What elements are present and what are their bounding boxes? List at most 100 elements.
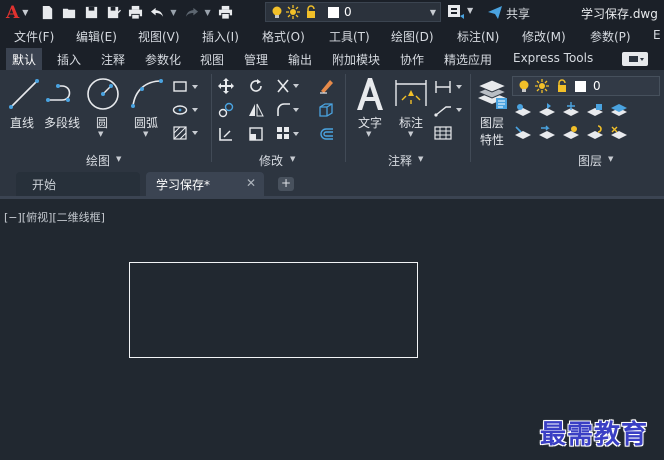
- layer-isolate-icon[interactable]: [538, 102, 556, 121]
- tab-manage[interactable]: 管理: [244, 51, 268, 68]
- trim-tool-icon[interactable]: [276, 78, 300, 97]
- print-icon[interactable]: [126, 4, 144, 22]
- layer-previous-icon[interactable]: [538, 125, 556, 144]
- text-tool-icon[interactable]: [354, 76, 386, 115]
- layer-properties-icon[interactable]: [476, 76, 508, 113]
- layer-lock-tool-icon[interactable]: [586, 102, 604, 121]
- circle-label[interactable]: 圆: [96, 114, 108, 131]
- annotation-panel-chevron-down-icon[interactable]: ▼: [418, 155, 423, 163]
- modify-panel-chevron-down-icon[interactable]: ▼: [290, 155, 295, 163]
- layers-panel-label[interactable]: 图层: [578, 152, 602, 169]
- menu-insert[interactable]: 插入(I): [202, 28, 239, 45]
- text-label[interactable]: 文字: [358, 114, 382, 131]
- fillet-tool-icon[interactable]: [276, 102, 300, 121]
- plot-icon[interactable]: [217, 4, 235, 22]
- dimension-label[interactable]: 标注: [399, 114, 423, 131]
- tab-insert[interactable]: 插入: [57, 51, 81, 68]
- close-icon[interactable]: ✕: [246, 176, 256, 190]
- layer-unlock-icon[interactable]: [610, 125, 628, 144]
- ellipse-tool-icon[interactable]: [172, 103, 200, 120]
- menu-dimension[interactable]: 标注(N): [457, 28, 499, 45]
- array-3d-icon[interactable]: [318, 102, 334, 121]
- modify-panel-label[interactable]: 修改: [259, 152, 283, 169]
- layers-panel-chevron-down-icon[interactable]: ▼: [608, 155, 613, 163]
- menu-view[interactable]: 视图(V): [138, 28, 180, 45]
- draw-panel-label[interactable]: 绘图: [86, 152, 110, 169]
- workspace-chevron-down-icon[interactable]: ▼: [467, 6, 473, 15]
- menu-edit[interactable]: 编辑(E): [76, 28, 117, 45]
- app-logo[interactable]: A: [6, 3, 19, 23]
- copy-tool-icon[interactable]: [218, 102, 234, 121]
- undo-icon[interactable]: [148, 4, 166, 22]
- tab-parametric[interactable]: 参数化: [145, 51, 181, 68]
- menu-tools[interactable]: 工具(T): [329, 28, 370, 45]
- layer-unisolate-icon[interactable]: [562, 125, 580, 144]
- undo-dropdown-chevron-icon[interactable]: ▼: [170, 8, 176, 17]
- layer-lock-icon[interactable]: [555, 79, 569, 96]
- layer-freeze-icon[interactable]: [562, 102, 580, 121]
- save-as-icon[interactable]: [104, 4, 122, 22]
- table-icon[interactable]: [434, 126, 452, 143]
- viewport-controls[interactable]: [−][俯视][二维线框]: [4, 209, 105, 225]
- layer-bulb-icon[interactable]: [517, 79, 531, 96]
- offset-tool-icon[interactable]: [318, 126, 334, 145]
- line-tool-icon[interactable]: [8, 78, 40, 113]
- move-tool-icon[interactable]: [218, 78, 234, 97]
- workspace-icon[interactable]: [447, 4, 465, 23]
- tab-addins[interactable]: 附加模块: [332, 51, 380, 68]
- menu-file[interactable]: 文件(F): [14, 28, 54, 45]
- tab-output[interactable]: 输出: [288, 51, 312, 68]
- leader-icon[interactable]: [434, 103, 464, 120]
- layer-state-dropdown[interactable]: 0: [512, 76, 660, 96]
- menu-parameters[interactable]: 参数(P): [590, 28, 631, 45]
- arc-label[interactable]: 圆弧: [134, 114, 158, 131]
- layer-match-icon[interactable]: [514, 125, 532, 144]
- circle-chevron-down-icon[interactable]: ▼: [98, 130, 103, 138]
- layer-make-current-icon[interactable]: [610, 102, 628, 121]
- layer-thaw-icon[interactable]: [586, 125, 604, 144]
- dimension-chevron-down-icon[interactable]: ▼: [408, 130, 413, 138]
- tab-annotate[interactable]: 注释: [101, 51, 125, 68]
- layer-properties-label-1[interactable]: 图层: [480, 114, 504, 131]
- app-menu-chevron-down-icon[interactable]: ▼: [22, 8, 28, 17]
- scale-tool-icon[interactable]: [248, 126, 264, 145]
- redo-icon[interactable]: [183, 4, 201, 22]
- redo-dropdown-chevron-icon[interactable]: ▼: [205, 8, 211, 17]
- stretch-tool-icon[interactable]: [218, 126, 234, 145]
- tab-default[interactable]: 默认: [6, 48, 43, 70]
- tab-collaborate[interactable]: 协作: [400, 51, 424, 68]
- tab-start[interactable]: 开始: [16, 172, 140, 196]
- layer-sun-icon[interactable]: [286, 5, 300, 22]
- arc-tool-icon[interactable]: [130, 78, 164, 111]
- text-chevron-down-icon[interactable]: ▼: [366, 130, 371, 138]
- tab-view[interactable]: 视图: [200, 51, 224, 68]
- polyline-label[interactable]: 多段线: [44, 114, 80, 131]
- open-icon[interactable]: [60, 4, 78, 22]
- menu-modify[interactable]: 修改(M): [522, 28, 566, 45]
- layer-lock-icon[interactable]: [304, 5, 318, 22]
- annotation-panel-label[interactable]: 注释: [388, 152, 412, 169]
- hatch-tool-icon[interactable]: [172, 126, 200, 143]
- erase-tool-icon[interactable]: [318, 78, 334, 97]
- layer-bulb-icon[interactable]: [270, 5, 284, 22]
- polyline-tool-icon[interactable]: [46, 80, 80, 111]
- drawn-rectangle[interactable]: [129, 262, 418, 358]
- new-icon[interactable]: [38, 4, 56, 22]
- array-tool-icon[interactable]: [276, 126, 300, 145]
- dimension-tool-icon[interactable]: [394, 78, 428, 111]
- rotate-tool-icon[interactable]: [248, 78, 264, 97]
- layer-properties-label-2[interactable]: 特性: [480, 131, 504, 148]
- menu-format[interactable]: 格式(O): [262, 28, 305, 45]
- arc-chevron-down-icon[interactable]: ▼: [143, 130, 148, 138]
- tab-document[interactable]: 学习保存* ✕: [146, 172, 264, 196]
- draw-panel-chevron-down-icon[interactable]: ▼: [116, 155, 121, 163]
- save-icon[interactable]: [82, 4, 100, 22]
- layer-sun-icon[interactable]: [535, 79, 549, 96]
- rectangle-tool-icon[interactable]: [172, 80, 200, 97]
- share-button[interactable]: 共享: [488, 5, 530, 22]
- drawing-canvas[interactable]: [−][俯视][二维线框] 最需教育: [0, 196, 664, 460]
- mirror-tool-icon[interactable]: [248, 102, 264, 121]
- add-tab-button[interactable]: +: [278, 177, 294, 191]
- tab-featured-apps[interactable]: 精选应用: [444, 51, 492, 68]
- menu-express[interactable]: E: [653, 28, 661, 42]
